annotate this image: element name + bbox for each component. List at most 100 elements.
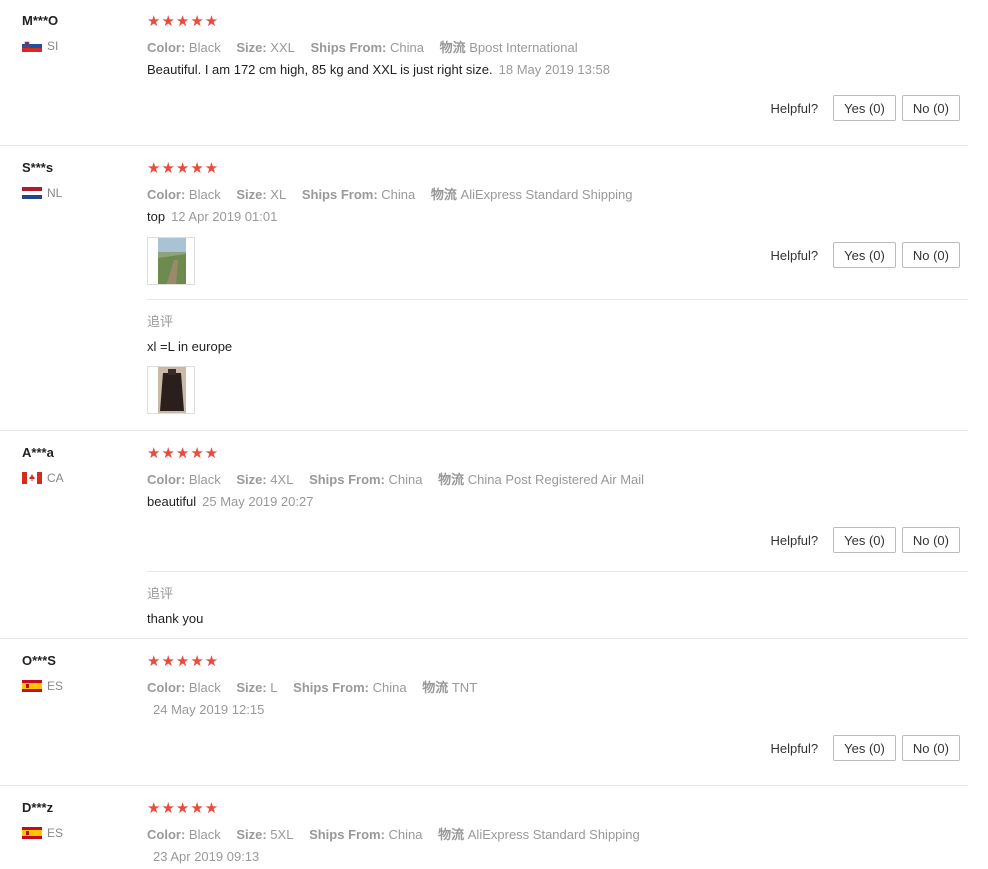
country-code: NL xyxy=(47,186,63,200)
logistics-value: Bpost International xyxy=(469,40,578,55)
size-value: XL xyxy=(270,187,287,202)
size-label: Size: xyxy=(236,472,267,487)
size-label: Size: xyxy=(236,827,267,842)
helpful-label: Helpful? xyxy=(770,100,819,116)
helpful-label: Helpful? xyxy=(770,247,819,263)
logistics-label: 物流 xyxy=(438,472,465,487)
logistics-label: 物流 xyxy=(422,680,449,695)
size-value: 4XL xyxy=(270,472,294,487)
flag-nl-icon xyxy=(22,187,42,199)
ships-from-label: Ships From: xyxy=(309,827,385,842)
color-value: Black xyxy=(188,680,221,695)
reviewer-country: ES xyxy=(22,679,63,693)
review-text: Beautiful. I am 172 cm high, 85 kg and X… xyxy=(147,62,493,77)
color-label: Color: xyxy=(147,472,186,487)
followup-divider xyxy=(147,299,968,300)
helpful-no-button[interactable]: No (0) xyxy=(901,527,960,553)
color-value: Black xyxy=(188,187,221,202)
followup-photo[interactable] xyxy=(147,366,195,414)
star-rating: ★★★★★ xyxy=(147,653,220,670)
helpful-yes-button[interactable]: Yes (0) xyxy=(833,735,896,761)
star-rating: ★★★★★ xyxy=(147,800,220,817)
logistics-value: AliExpress Standard Shipping xyxy=(460,187,633,202)
followup-text: xl =L in europe xyxy=(147,339,233,354)
reviewer-name: M***O xyxy=(22,13,59,28)
ships-from-value: China xyxy=(372,680,407,695)
color-label: Color: xyxy=(147,40,186,55)
review-date: 25 May 2019 20:27 xyxy=(202,494,314,509)
size-value: L xyxy=(270,680,278,695)
review-text-row: 23 Apr 2019 09:13 xyxy=(147,849,259,864)
helpful-yes-button[interactable]: Yes (0) xyxy=(833,242,896,268)
logistics-value: AliExpress Standard Shipping xyxy=(467,827,640,842)
helpful-label: Helpful? xyxy=(770,740,819,756)
color-value: Black xyxy=(188,827,221,842)
ships-from-value: China xyxy=(388,827,423,842)
size-value: XXL xyxy=(270,40,295,55)
helpful-group: Helpful? Yes (0) No (0) xyxy=(770,735,960,761)
color-label: Color: xyxy=(147,187,186,202)
helpful-no-button[interactable]: No (0) xyxy=(901,95,960,121)
sku-info: Color: Black Size: L Ships From: China 物… xyxy=(147,677,489,696)
color-value: Black xyxy=(188,472,221,487)
country-code: ES xyxy=(47,826,64,840)
logistics-label: 物流 xyxy=(439,40,466,55)
review-divider xyxy=(0,145,968,146)
size-label: Size: xyxy=(236,40,267,55)
ships-from-label: Ships From: xyxy=(293,680,369,695)
helpful-group: Helpful? Yes (0) No (0) xyxy=(770,95,960,121)
followup-label: 追评 xyxy=(147,586,174,601)
review-photo[interactable] xyxy=(147,237,195,285)
followup-divider xyxy=(147,571,968,572)
ships-from-value: China xyxy=(389,40,424,55)
size-label: Size: xyxy=(236,680,267,695)
star-rating: ★★★★★ xyxy=(147,445,220,462)
review-text-row: beautiful 25 May 2019 20:27 xyxy=(147,494,313,509)
country-code: ES xyxy=(47,679,64,693)
flag-es-icon xyxy=(22,680,42,692)
helpful-yes-button[interactable]: Yes (0) xyxy=(833,527,896,553)
review-date: 12 Apr 2019 01:01 xyxy=(171,209,278,224)
reviewer-name: S***s xyxy=(22,160,54,175)
review-divider xyxy=(0,638,968,639)
reviewer-country: ES xyxy=(22,826,63,840)
reviewer-country: CA xyxy=(22,471,64,485)
reviewer-country: SI xyxy=(22,39,58,53)
sku-info: Color: Black Size: XL Ships From: China … xyxy=(147,184,645,203)
sku-info: Color: Black Size: 5XL Ships From: China… xyxy=(147,824,652,843)
star-rating: ★★★★★ xyxy=(147,160,220,177)
color-label: Color: xyxy=(147,680,186,695)
followup-label: 追评 xyxy=(147,314,174,329)
review-date: 23 Apr 2019 09:13 xyxy=(153,849,260,864)
helpful-no-button[interactable]: No (0) xyxy=(901,735,960,761)
helpful-label: Helpful? xyxy=(770,532,819,548)
size-label: Size: xyxy=(236,187,267,202)
reviewer-country: NL xyxy=(22,186,62,200)
sku-info: Color: Black Size: 4XL Ships From: China… xyxy=(147,469,656,488)
review-date: 24 May 2019 12:15 xyxy=(153,702,265,717)
helpful-no-button[interactable]: No (0) xyxy=(901,242,960,268)
review-text: beautiful xyxy=(147,494,197,509)
ships-from-label: Ships From: xyxy=(301,187,378,202)
review-text-row: top 12 Apr 2019 01:01 xyxy=(147,209,277,224)
reviewer-name: A***a xyxy=(22,445,54,460)
review-text: top xyxy=(147,209,166,224)
country-code: CA xyxy=(47,471,64,485)
flag-si-icon xyxy=(22,40,42,52)
review-date: 18 May 2019 13:58 xyxy=(498,62,610,77)
ships-from-value: China xyxy=(381,187,416,202)
helpful-group: Helpful? Yes (0) No (0) xyxy=(770,242,960,268)
reviewer-name: D***z xyxy=(22,800,54,815)
logistics-label: 物流 xyxy=(438,827,465,842)
photo-landscape-icon xyxy=(148,238,194,284)
ships-from-value: China xyxy=(388,472,423,487)
color-value: Black xyxy=(188,40,221,55)
color-label: Color: xyxy=(147,827,186,842)
logistics-value: TNT xyxy=(451,680,478,695)
star-rating: ★★★★★ xyxy=(147,13,220,30)
logistics-value: China Post Registered Air Mail xyxy=(467,472,645,487)
helpful-yes-button[interactable]: Yes (0) xyxy=(833,95,896,121)
helpful-group: Helpful? Yes (0) No (0) xyxy=(770,527,960,553)
ships-from-label: Ships From: xyxy=(310,40,387,55)
flag-ca-icon xyxy=(22,472,42,484)
